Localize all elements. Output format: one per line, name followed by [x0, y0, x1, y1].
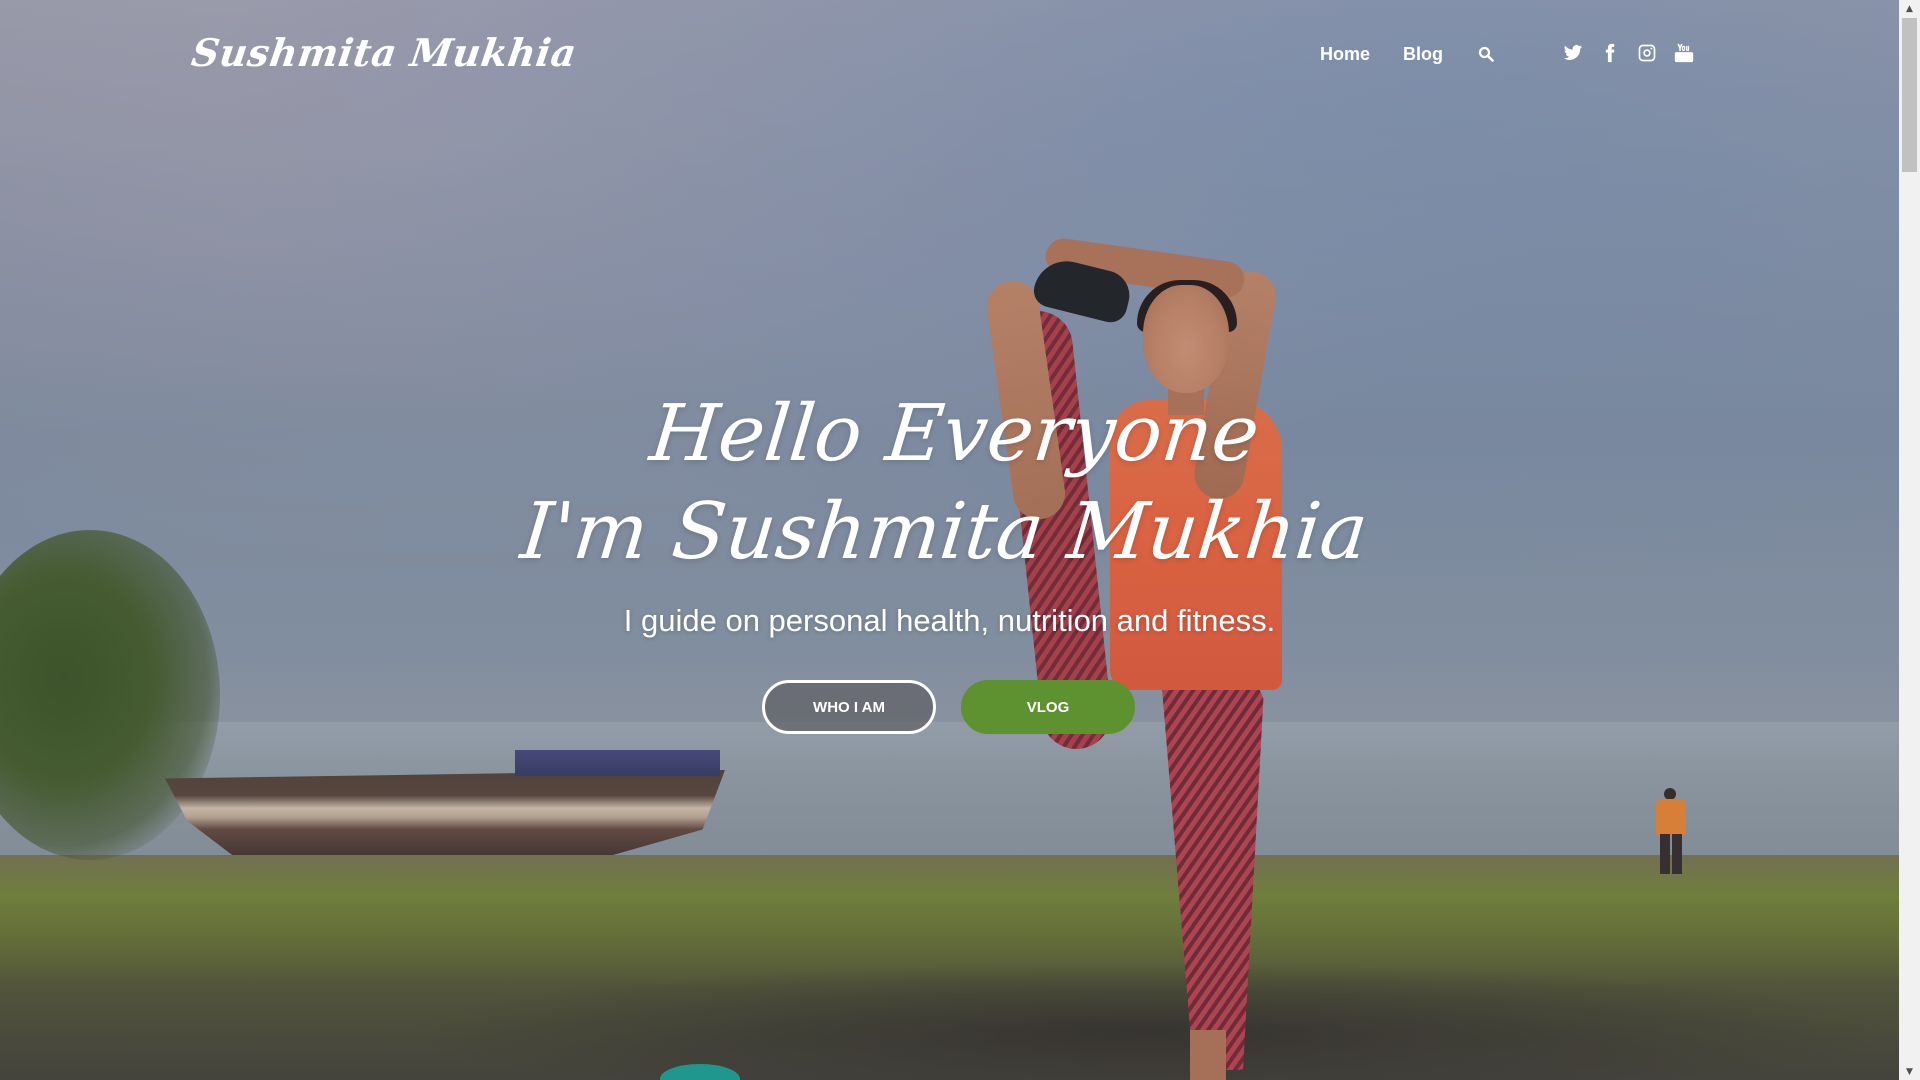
instagram-icon — [1638, 44, 1656, 62]
scroll-up-arrow-icon[interactable]: ▲ — [1899, 0, 1920, 17]
hero-buttons: WHO I AM VLOG — [762, 680, 1135, 734]
instagram-link[interactable] — [1636, 42, 1658, 64]
hero-content: Hello Everyone I'm Sushmita Mukhia I gui… — [0, 385, 1899, 639]
social-links — [1562, 42, 1710, 64]
scroll-down-arrow-icon[interactable]: ▼ — [1899, 1063, 1920, 1080]
main-nav: Home Blog — [1320, 44, 1496, 65]
facebook-icon — [1605, 43, 1615, 63]
vlog-button[interactable]: VLOG — [961, 680, 1135, 734]
site-logo[interactable]: Sushmita Mukhia — [189, 30, 580, 75]
site-header: Sushmita Mukhia Home Blog — [0, 0, 1899, 110]
nav-blog[interactable]: Blog — [1403, 44, 1443, 65]
who-i-am-button[interactable]: WHO I AM — [762, 680, 936, 734]
nav-home[interactable]: Home — [1320, 44, 1370, 65]
twitter-link[interactable] — [1562, 42, 1584, 64]
youtube-icon — [1674, 43, 1694, 63]
page-viewport: Sushmita Mukhia Home Blog Hello Everyone… — [0, 0, 1899, 1080]
search-icon — [1478, 46, 1494, 62]
youtube-link[interactable] — [1673, 42, 1695, 64]
search-button[interactable] — [1478, 46, 1496, 64]
twitter-icon — [1563, 45, 1583, 60]
hero-title-line2: I'm Sushmita Mukhia — [516, 487, 1372, 577]
hero-title: Hello Everyone I'm Sushmita Mukhia — [0, 385, 1899, 581]
facebook-link[interactable] — [1599, 42, 1621, 64]
hero-title-line1: Hello Everyone — [646, 389, 1264, 479]
hero-subtitle: I guide on personal health, nutrition an… — [623, 603, 1276, 638]
scrollbar-thumb[interactable] — [1902, 18, 1917, 172]
vertical-scrollbar[interactable]: ▲ ▼ — [1899, 0, 1920, 1080]
